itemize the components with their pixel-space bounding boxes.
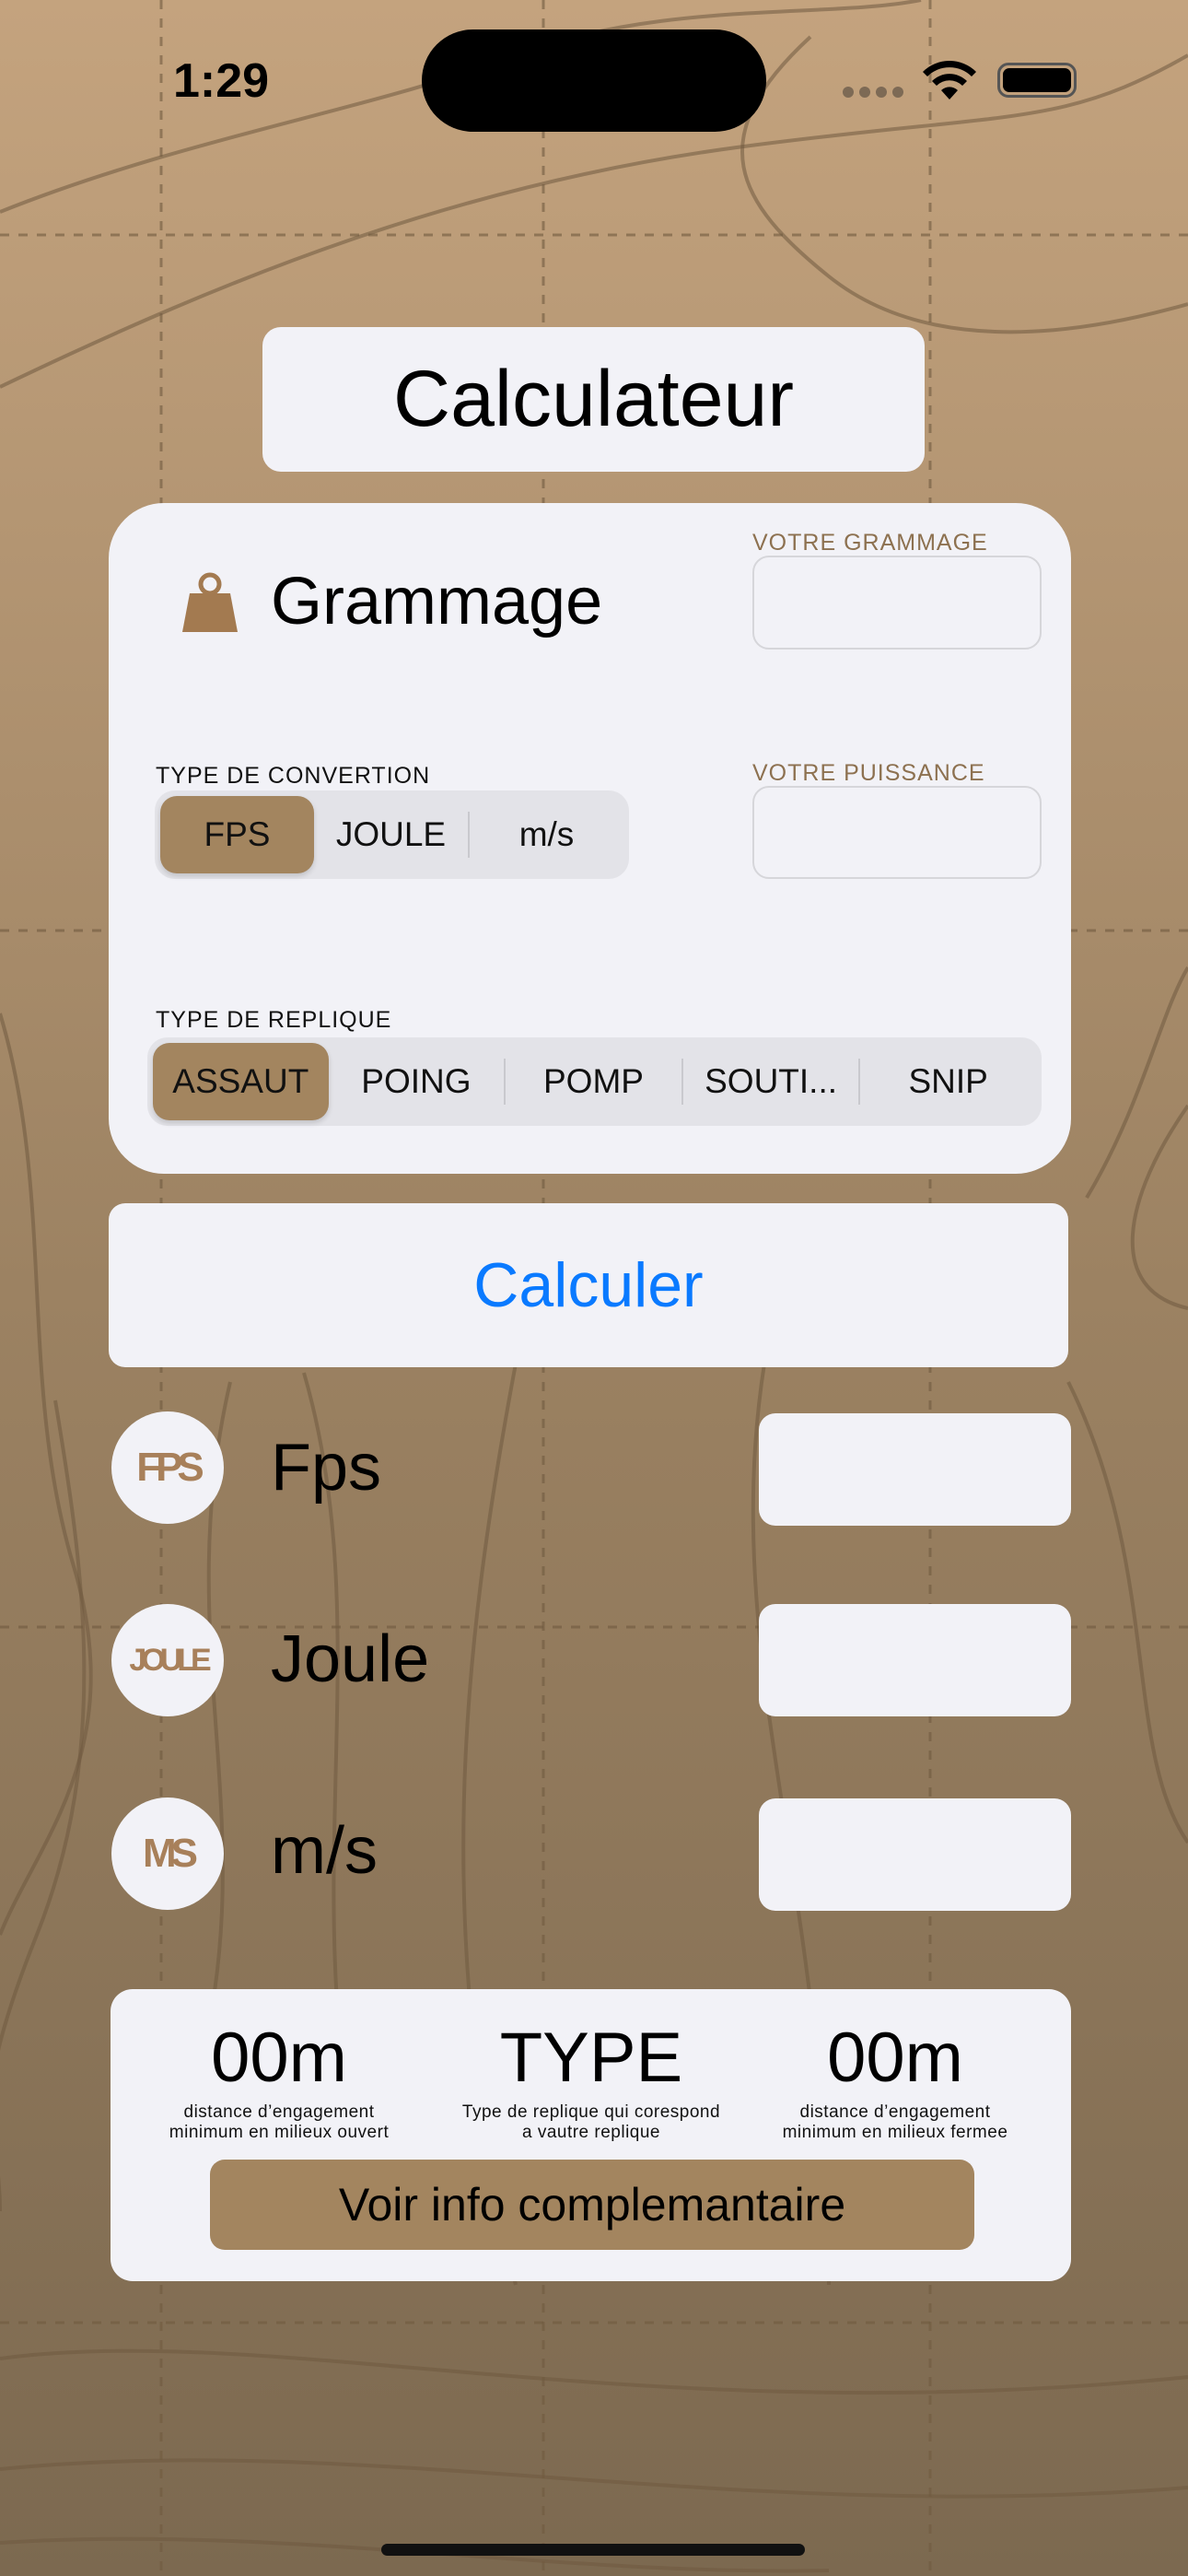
desc-line: Type de replique qui corespond xyxy=(461,2102,721,2122)
ms-badge-icon: MS xyxy=(111,1797,224,1910)
ms-label: m/s xyxy=(271,1814,378,1888)
desc-line: minimum en milieux fermee xyxy=(782,2122,1008,2142)
home-indicator xyxy=(381,2544,805,2556)
open-distance-stat: 00m distance d’engagement minimum en mili… xyxy=(127,2023,431,2143)
signal-icon xyxy=(843,87,903,98)
grammage-label: VOTRE GRAMMAGE xyxy=(752,530,988,556)
battery-icon xyxy=(997,63,1077,98)
joule-badge-icon: JOULE xyxy=(111,1604,224,1716)
info-button-label: Voir info complemantaire xyxy=(338,2179,846,2231)
fps-label: Fps xyxy=(271,1431,382,1505)
info-button[interactable]: Voir info complemantaire xyxy=(210,2160,974,2250)
grammage-input[interactable] xyxy=(752,556,1042,650)
fps-output xyxy=(759,1413,1071,1526)
segment-ms[interactable]: m/s xyxy=(470,796,623,873)
weight-icon xyxy=(182,572,238,632)
closed-distance-stat: 00m distance d’engagement minimum en mili… xyxy=(743,2023,1047,2143)
dynamic-island xyxy=(422,29,766,132)
replica-segmented-control: ASSAUT POING POMP SOUTI... SNIP xyxy=(147,1037,1042,1126)
conversion-label: TYPE DE CONVERTION xyxy=(156,763,431,789)
joule-label: Joule xyxy=(271,1622,430,1696)
power-label: VOTRE PUISSANCE xyxy=(752,760,985,786)
conversion-segmented-control: FPS JOULE m/s xyxy=(155,790,629,879)
wifi-icon xyxy=(923,61,976,100)
title-card: Calculateur xyxy=(262,327,925,472)
segment-poing[interactable]: POING xyxy=(329,1043,505,1120)
segment-pomp[interactable]: POMP xyxy=(506,1043,681,1120)
desc-line: a vautre replique xyxy=(521,2122,661,2142)
page-title: Calculateur xyxy=(393,355,794,443)
segment-souti[interactable]: SOUTI... xyxy=(683,1043,859,1120)
status-time: 1:29 xyxy=(173,54,270,108)
segment-snip[interactable]: SNIP xyxy=(860,1043,1036,1120)
open-distance-value: 00m xyxy=(211,2019,347,2097)
calculate-button-label: Calculer xyxy=(473,1250,704,1320)
grammage-title: Grammage xyxy=(271,565,603,638)
type-desc: Type de replique qui corespond a vautre r… xyxy=(439,2102,743,2143)
open-distance-desc: distance d’engagement minimum en milieux … xyxy=(127,2102,431,2143)
closed-distance-desc: distance d’engagement minimum en milieux … xyxy=(743,2102,1047,2143)
ms-output xyxy=(759,1798,1071,1911)
segment-fps[interactable]: FPS xyxy=(160,796,314,873)
type-stat: TYPE Type de replique qui corespond a vau… xyxy=(439,2023,743,2143)
replica-label: TYPE DE REPLIQUE xyxy=(156,1007,392,1033)
desc-line: minimum en milieux ouvert xyxy=(169,2122,390,2142)
closed-distance-value: 00m xyxy=(827,2019,963,2097)
desc-line: distance d’engagement xyxy=(799,2102,991,2122)
power-input[interactable] xyxy=(752,786,1042,879)
calculate-button[interactable]: Calculer xyxy=(109,1203,1068,1367)
segment-assaut[interactable]: ASSAUT xyxy=(153,1043,329,1120)
type-value: TYPE xyxy=(499,2019,683,2097)
segment-joule[interactable]: JOULE xyxy=(314,796,468,873)
desc-line: distance d’engagement xyxy=(183,2102,375,2122)
fps-badge-icon: FPS xyxy=(111,1411,224,1524)
joule-output xyxy=(759,1604,1071,1716)
